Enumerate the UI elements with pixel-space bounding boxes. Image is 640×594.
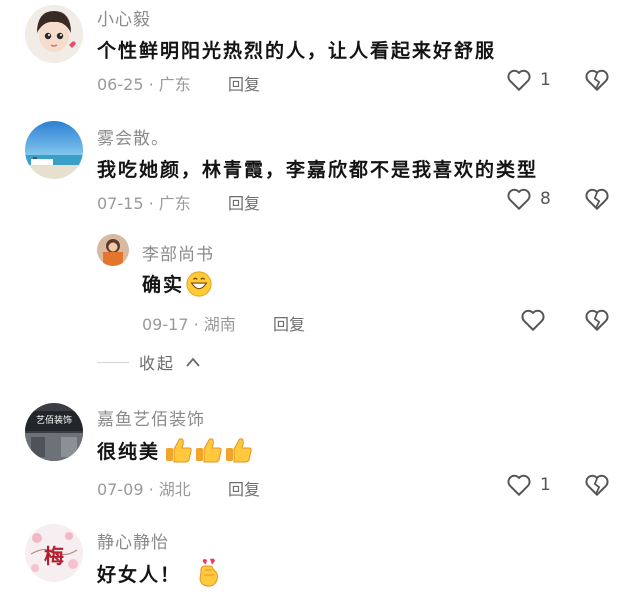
like-button[interactable] <box>520 308 546 332</box>
heart-outline-icon <box>521 309 545 331</box>
finger-heart-icon <box>195 558 221 593</box>
comment-text: 我吃她颜，林青霞，李嘉欣都不是我喜欢的类型 <box>97 159 539 181</box>
reply-item: 李部尚书 确实 09-17 · 湖南 回复 <box>0 232 640 342</box>
comment-meta: 07-15 · 广东 <box>97 194 191 213</box>
reply-button[interactable]: 回复 <box>228 71 260 95</box>
comment-item: 雾会散。 我吃她颜，林青霞，李嘉欣都不是我喜欢的类型 07-15 · 广东 回复… <box>0 118 640 228</box>
dislike-button[interactable] <box>584 187 610 215</box>
broken-heart-icon <box>585 69 609 91</box>
comment-text: 个性鲜明阳光热烈的人，让人看起来好舒服 <box>97 40 497 62</box>
dislike-button[interactable] <box>584 473 610 501</box>
avatar[interactable] <box>97 234 129 266</box>
avatar[interactable]: 艺佰装饰 <box>25 403 83 461</box>
like-button[interactable]: 1 <box>506 68 551 92</box>
comment-username[interactable]: 静心静怡 <box>97 528 169 553</box>
comment-username[interactable]: 嘉鱼艺佰装饰 <box>97 405 205 430</box>
avatar-text: 艺佰装饰 <box>36 414 72 426</box>
like-button[interactable]: 8 <box>506 187 551 211</box>
avatar[interactable] <box>25 5 83 63</box>
broken-heart-icon <box>585 474 609 496</box>
avatar[interactable]: 梅 <box>25 524 83 582</box>
dislike-button[interactable] <box>584 68 610 96</box>
reply-button[interactable]: 回复 <box>228 190 260 214</box>
heart-outline-icon <box>507 188 531 210</box>
reply-button[interactable]: 回复 <box>273 311 305 335</box>
chevron-up-icon <box>186 357 200 367</box>
like-count: 1 <box>540 475 551 495</box>
comment-item: 梅 静心静怡 好女人！ <box>0 522 640 594</box>
reply-meta: 09-17 · 湖南 <box>142 315 236 334</box>
comment-meta: 06-25 · 广东 <box>97 75 191 94</box>
divider <box>97 361 129 363</box>
heart-outline-icon <box>507 69 531 91</box>
comment-text-body: 很纯美 <box>97 441 161 463</box>
comment-text: 很纯美 <box>97 436 254 469</box>
comment-text: 好女人！ <box>97 558 221 593</box>
avatar-text: 梅 <box>44 544 64 568</box>
reply-text: 确实 <box>142 270 214 298</box>
grinning-face-icon <box>186 270 212 297</box>
dislike-button[interactable] <box>584 308 610 336</box>
comment-username[interactable]: 小心毅 <box>97 5 151 30</box>
comment-item: 艺佰装饰 嘉鱼艺佰装饰 很纯美 07-09 · 湖北 回复 1 <box>0 399 640 509</box>
like-count: 1 <box>540 70 551 90</box>
comment-text-body: 好女人！ <box>97 564 182 586</box>
like-count: 8 <box>540 189 551 209</box>
like-button[interactable]: 1 <box>506 473 551 497</box>
broken-heart-icon <box>585 188 609 210</box>
thumbs-up-icon <box>164 436 254 469</box>
avatar[interactable] <box>25 121 83 179</box>
collapse-replies-button[interactable]: 收起 <box>97 350 201 374</box>
heart-outline-icon <box>507 474 531 496</box>
reply-username[interactable]: 李部尚书 <box>142 240 214 265</box>
collapse-label: 收起 <box>139 354 176 373</box>
reply-text-body: 确实 <box>142 274 185 296</box>
comment-meta: 07-09 · 湖北 <box>97 480 191 499</box>
comment-item: 小心毅 个性鲜明阳光热烈的人，让人看起来好舒服 06-25 · 广东 回复 1 <box>0 0 640 110</box>
comment-username[interactable]: 雾会散。 <box>97 124 169 149</box>
reply-button[interactable]: 回复 <box>228 476 260 500</box>
broken-heart-icon <box>585 309 609 331</box>
